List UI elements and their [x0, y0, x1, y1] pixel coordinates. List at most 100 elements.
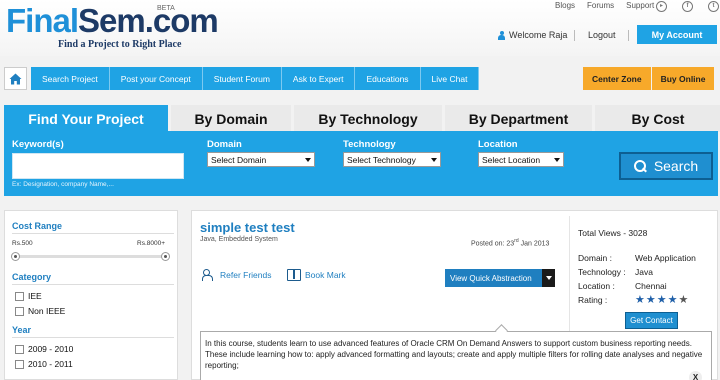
meta-domain: Domain : Web Application [578, 253, 696, 263]
category-heading: Category [12, 272, 52, 282]
social-links: ▸ f t [656, 1, 719, 12]
nav-student-forum[interactable]: Student Forum [202, 67, 282, 90]
posted-date: Posted on: 23rd Jan 2013 [471, 238, 549, 247]
keyword-input[interactable] [12, 153, 184, 179]
project-title[interactable]: simple test test [200, 220, 295, 235]
cost-min-label: Rs.500 [12, 240, 33, 247]
search-tabs: Find Your Project By Domain By Technolog… [4, 105, 720, 132]
technology-label: Technology [343, 139, 396, 150]
year-option-2010[interactable]: 2010 - 2011 [15, 359, 73, 369]
center-zone-button[interactable]: Center Zone [583, 67, 651, 90]
posted-date-rest: Jan 2013 [518, 240, 550, 248]
refer-friends-label: Refer Friends [220, 270, 272, 280]
refer-friends-icon [202, 269, 216, 281]
view-quick-abstraction-button[interactable]: View Quick Abstraction [445, 269, 555, 287]
cost-max-handle[interactable] [161, 252, 170, 261]
tab-find-your-project[interactable]: Find Your Project [4, 105, 168, 132]
nav-post-concept[interactable]: Post your Concept [109, 67, 203, 90]
category-option-non-ieee[interactable]: Non IEEE [15, 306, 65, 316]
category-option-iee[interactable]: IEE [15, 291, 42, 301]
divider [12, 284, 174, 285]
search-button-label: Search [653, 158, 699, 174]
bookmark-link[interactable]: Book Mark [287, 269, 346, 281]
get-contact-button[interactable]: Get Contact [625, 312, 678, 329]
top-links: Blogs Forums Support [555, 1, 654, 10]
domain-label: Domain [207, 139, 242, 150]
keyword-label: Keyword(s) [12, 139, 64, 150]
chevron-down-icon [431, 157, 437, 162]
posted-date-prefix: Posted on: 23 [471, 240, 515, 248]
meta-location-key: Location : [578, 281, 615, 291]
checkbox[interactable] [15, 306, 24, 316]
divider [569, 216, 570, 331]
user-icon [498, 30, 505, 40]
welcome-user: Welcome Raja [498, 30, 567, 40]
cost-range-track [15, 255, 167, 258]
bookmark-icon [287, 269, 301, 281]
checkbox[interactable] [15, 359, 24, 369]
star-icon: ★ [656, 294, 667, 306]
year-option-label: 2010 - 2011 [28, 359, 73, 369]
youtube-icon[interactable]: ▸ [656, 1, 667, 12]
technology-select-value: Select Technology [347, 154, 416, 165]
star-icon: ★ [645, 294, 656, 306]
category-option-label: IEE [28, 291, 42, 301]
close-icon[interactable]: X [689, 371, 702, 380]
tagline: Find a Project to Right Place [58, 39, 182, 50]
forums-link[interactable]: Forums [587, 1, 614, 10]
logo-text-final: Final [6, 2, 79, 39]
total-views: Total Views - 3028 [578, 228, 648, 238]
beta-label: BETA [157, 5, 175, 12]
tab-by-cost[interactable]: By Cost [595, 105, 720, 132]
my-account-button[interactable]: My Account [637, 25, 717, 44]
meta-technology: Technology : Java [578, 267, 653, 277]
checkbox[interactable] [15, 291, 24, 301]
logout-link[interactable]: Logout [588, 30, 616, 40]
year-option-label: 2009 - 2010 [28, 344, 74, 354]
meta-rating: Rating : [578, 295, 607, 305]
tab-by-domain[interactable]: By Domain [171, 105, 291, 132]
site-logo[interactable]: FinalSem.com [6, 2, 219, 39]
divider [628, 30, 629, 41]
search-button[interactable]: Search [619, 152, 713, 180]
nav-educations[interactable]: Educations [355, 67, 421, 90]
divider [574, 30, 575, 41]
meta-technology-value: Java [635, 267, 653, 277]
search-panel: Keyword(s) Ex: Designation, company Name… [4, 131, 718, 196]
year-option-2009[interactable]: 2009 - 2010 [15, 344, 73, 354]
home-icon [9, 73, 22, 84]
welcome-text: Welcome Raja [509, 30, 568, 40]
star-icon: ★ [667, 294, 678, 306]
category-option-label: Non IEEE [28, 306, 66, 316]
logo-text-sem: Sem.com [78, 2, 219, 39]
quick-abstraction-label: View Quick Abstraction [450, 273, 532, 283]
domain-select-value: Select Domain [211, 154, 267, 165]
home-button[interactable] [4, 67, 27, 90]
buy-online-button[interactable]: Buy Online [651, 67, 715, 90]
location-select[interactable]: Select Location [478, 152, 564, 167]
meta-rating-key: Rating : [578, 295, 608, 305]
nav-live-chat[interactable]: Live Chat [420, 67, 480, 90]
year-heading: Year [12, 325, 32, 335]
blogs-link[interactable]: Blogs [555, 1, 575, 10]
keyword-hint: Ex: Designation, company Name,... [12, 181, 114, 188]
chevron-down-icon[interactable] [542, 269, 555, 287]
domain-select[interactable]: Select Domain [207, 152, 315, 167]
tab-by-technology[interactable]: By Technology [294, 105, 442, 132]
checkbox[interactable] [15, 344, 24, 354]
cost-max-label: Rs.8000+ [137, 240, 166, 247]
star-icon: ★ [635, 294, 645, 306]
header: FinalSem.com BETA Find a Project to Righ… [0, 0, 720, 56]
technology-select[interactable]: Select Technology [343, 152, 441, 167]
divider [12, 233, 174, 234]
support-link[interactable]: Support [626, 1, 654, 10]
search-icon [633, 160, 646, 172]
nav-search-project[interactable]: Search Project [31, 67, 110, 90]
location-label: Location [478, 139, 518, 150]
tab-by-department[interactable]: By Department [445, 105, 592, 132]
facebook-icon[interactable]: f [682, 1, 693, 12]
nav-ask-expert[interactable]: Ask to Expert [281, 67, 356, 90]
twitter-icon[interactable]: t [708, 1, 719, 12]
cost-min-handle[interactable] [11, 252, 20, 261]
refer-friends-link[interactable]: Refer Friends [202, 269, 272, 281]
